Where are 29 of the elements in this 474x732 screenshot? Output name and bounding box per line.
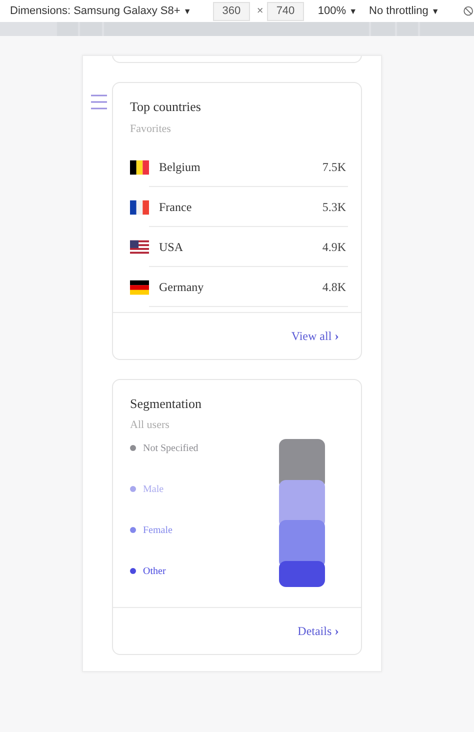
device-select[interactable]: Dimensions: Samsung Galaxy S8+ ▼	[10, 5, 192, 17]
legend-label: Not Specified	[143, 442, 198, 454]
flag-icon	[130, 200, 149, 214]
card-title: Segmentation	[129, 396, 202, 412]
card-subtitle: Favorites	[129, 123, 172, 135]
throttling-select[interactable]: No throttling ▼	[369, 5, 440, 17]
card-title: Top countries	[129, 99, 202, 115]
height-field[interactable]: 740	[267, 2, 304, 20]
country-name: Belgium	[159, 160, 202, 174]
width-field[interactable]: 360	[213, 2, 250, 20]
legend-label: Other	[143, 566, 166, 576]
country-value: 5.3K	[322, 200, 346, 214]
times-sign: ×	[256, 5, 264, 17]
card-subtitle: All users	[129, 419, 170, 431]
country-name: France	[159, 200, 193, 214]
country-value: 7.5K	[322, 160, 346, 174]
legend-label: Male	[143, 484, 164, 494]
menu-icon[interactable]	[91, 94, 107, 110]
flag-icon	[130, 280, 149, 294]
view-all-link[interactable]: View all ›	[291, 328, 339, 344]
country-name: Germany	[159, 280, 205, 294]
zoom-select[interactable]: 100% ▼	[318, 5, 358, 17]
country-value: 4.9K	[322, 240, 346, 254]
details-link[interactable]: Details ›	[298, 623, 339, 639]
flag-icon	[130, 240, 149, 254]
country-name: USA	[159, 240, 184, 254]
country-value: 4.8K	[322, 280, 346, 294]
flag-icon	[130, 160, 149, 174]
legend-label: Female	[143, 524, 172, 536]
